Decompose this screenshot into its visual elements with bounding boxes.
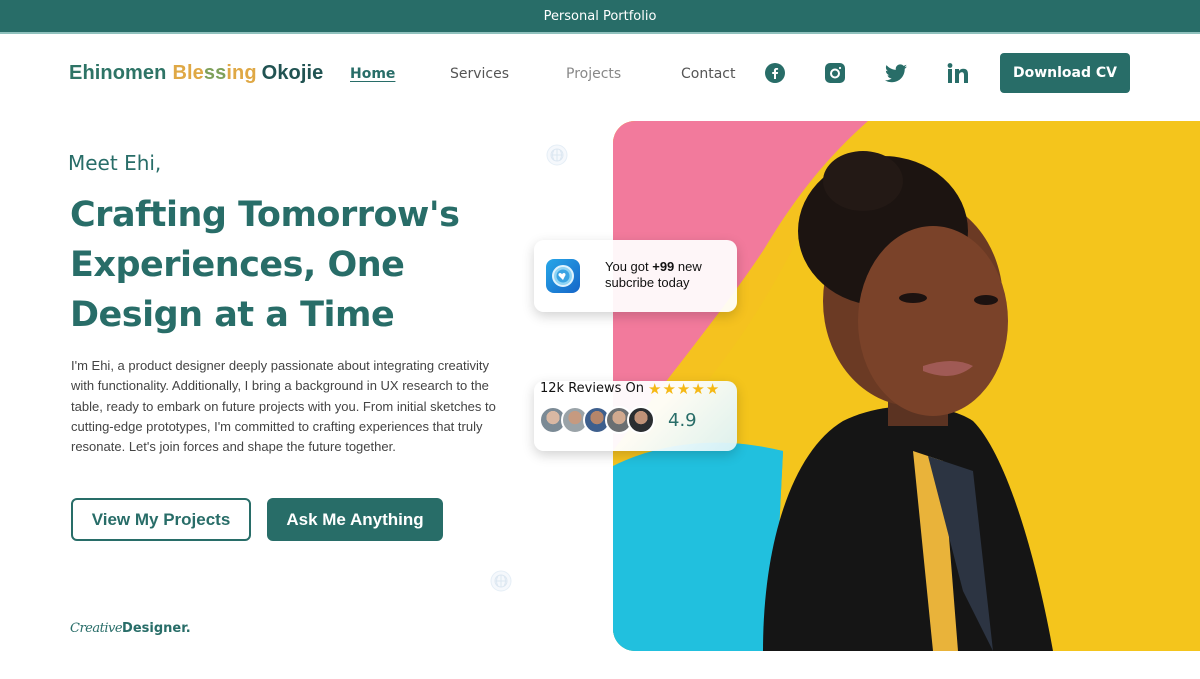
star-rating: ★★★★★ <box>648 380 720 398</box>
top-banner: Personal Portfolio <box>0 0 1200 34</box>
banner-title: Personal Portfolio <box>543 8 657 24</box>
star-icon: ★ <box>662 381 677 398</box>
globe-icon <box>490 570 512 592</box>
rating-value: 4.9 <box>668 410 697 431</box>
greeting: Meet Ehi, <box>68 151 162 175</box>
hero-headline: Crafting Tomorrow's Experiences, One Des… <box>70 190 490 340</box>
signature-bold: Designer. <box>122 621 191 636</box>
star-icon: ★ <box>676 381 692 398</box>
star-icon: ★ <box>705 381 721 398</box>
headline-line: Experiences, One <box>70 245 405 285</box>
brand-first-name: Ehinomen <box>69 62 167 84</box>
globe-icon <box>546 144 568 166</box>
download-cv-button[interactable]: Download CV <box>1000 53 1130 93</box>
twitter-icon[interactable] <box>885 62 907 84</box>
creative-designer-signature: CreativeDesigner. <box>70 619 191 636</box>
signature-script: Creative <box>70 621 123 636</box>
nav-projects[interactable]: Projects <box>566 66 621 82</box>
headline-line: Design at a Time <box>70 295 395 335</box>
brand-middle-name: Blessing <box>172 62 257 84</box>
nav-home[interactable]: Home <box>350 66 395 82</box>
nav-contact[interactable]: Contact <box>681 66 735 82</box>
headline-line: Crafting Tomorrow's <box>70 195 460 235</box>
subscriber-count: +99 <box>652 259 675 274</box>
star-icon: ★ <box>691 381 706 398</box>
nav-services[interactable]: Services <box>450 66 509 82</box>
brand-logo[interactable]: Ehinomen Blessing Okojie <box>69 62 323 85</box>
bio-paragraph: I'm Ehi, a product designer deeply passi… <box>71 358 496 455</box>
instagram-icon[interactable] <box>824 62 846 84</box>
view-projects-button[interactable]: View My Projects <box>71 498 251 541</box>
reviews-title: 12k Reviews On <box>540 381 644 396</box>
subscriber-notification-card: You got +99 new subcribe today <box>534 240 737 312</box>
brand-last-name: Okojie <box>261 62 324 84</box>
linkedin-icon[interactable] <box>947 62 969 84</box>
facebook-icon[interactable] <box>764 62 786 84</box>
heart-app-icon <box>546 259 580 293</box>
avatar <box>627 406 655 434</box>
ask-me-anything-button[interactable]: Ask Me Anything <box>267 498 443 541</box>
star-icon: ★ <box>648 381 663 398</box>
subscriber-message: You got +99 new subcribe today <box>605 259 702 290</box>
reviews-card: 12k Reviews On ★★★★★ 4.9 <box>534 381 737 451</box>
reviewer-avatars <box>539 406 655 434</box>
